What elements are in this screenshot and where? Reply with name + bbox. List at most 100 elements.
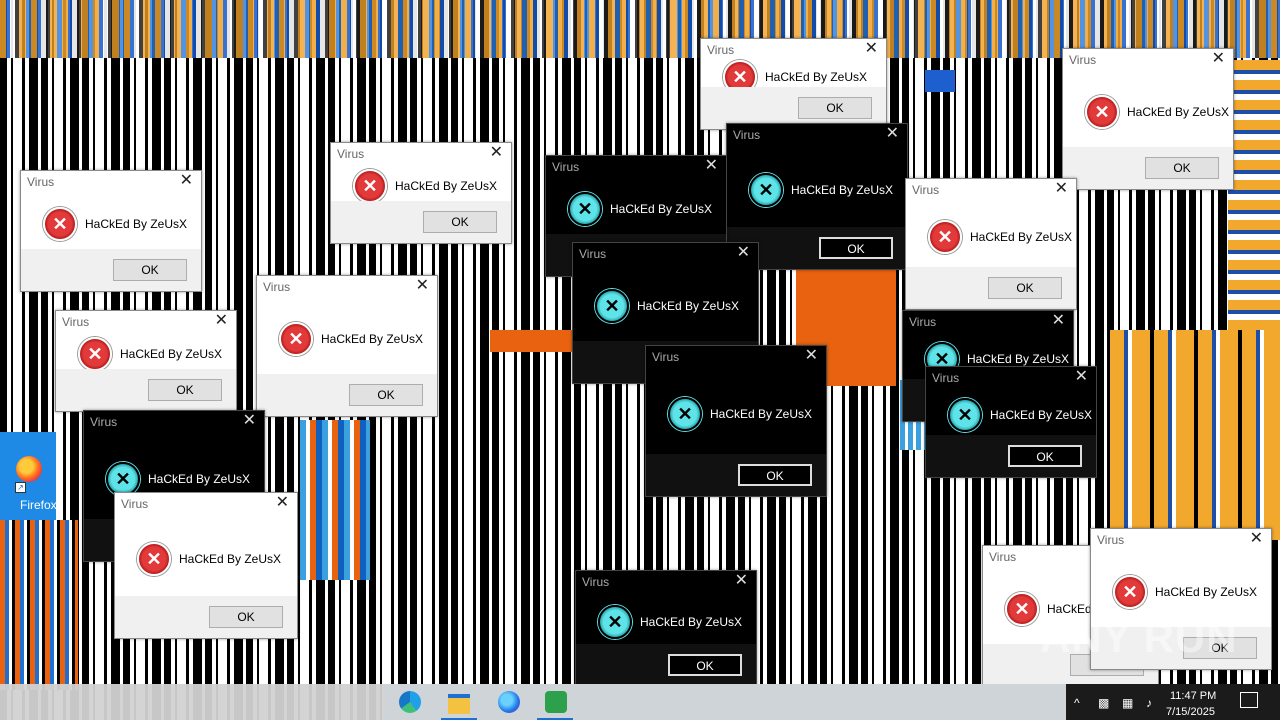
dialog-title: Virus — [733, 128, 761, 142]
dialog-title: Virus — [263, 280, 291, 294]
dialog-body: ✕HaCkEd By ZeUsX — [257, 304, 437, 374]
tray-chevron-icon[interactable]: ^ — [1074, 696, 1080, 710]
close-icon[interactable]: ✕ — [276, 495, 289, 511]
dialog-footer: OK — [906, 267, 1076, 309]
dialog-message: HaCkEd By ZeUsX — [791, 182, 894, 197]
dialog-body: ✕HaCkEd By ZeUsX — [331, 169, 511, 203]
ok-button[interactable]: OK — [113, 259, 187, 281]
dialog-title: Virus — [90, 415, 118, 429]
close-icon[interactable]: ✕ — [1250, 531, 1263, 547]
dialog-footer: OK — [331, 201, 511, 243]
ok-button[interactable]: OK — [1145, 157, 1219, 179]
error-icon: ✕ — [106, 462, 140, 496]
virus-dialog[interactable]: Virus✕✕HaCkEd By ZeUsXOK — [575, 570, 757, 687]
dialog-title: Virus — [909, 315, 937, 329]
dialog-footer: OK — [257, 374, 437, 416]
dialog-message: HaCkEd By ZeUsX — [1155, 585, 1258, 599]
glitch-band-right-lower — [1110, 330, 1280, 540]
dialog-body: ✕ HaCkEd By ZeUsX — [56, 337, 236, 371]
firefox-icon[interactable] — [496, 690, 522, 714]
dialog-body: ✕HaCkEd By ZeUsX — [701, 60, 886, 94]
edge-icon[interactable] — [397, 690, 423, 714]
virus-dialog[interactable]: Virus✕✕HaCkEd By ZeUsXOK — [925, 366, 1097, 478]
ok-button[interactable]: OK — [988, 277, 1062, 299]
dialog-body: ✕HaCkEd By ZeUsX — [1063, 77, 1233, 147]
close-icon[interactable]: ✕ — [705, 158, 718, 174]
notification-icon[interactable] — [1240, 692, 1258, 708]
dialog-message: HaCkEd By ZeUsX — [85, 217, 188, 231]
virus-dialog[interactable]: Virus ✕ ✕HaCkEd By ZeUsX OK — [1062, 48, 1234, 190]
desktop-icon-label: Firefox — [20, 498, 57, 512]
virus-dialog[interactable]: Virus ✕ ✕HaCkEd By ZeUsX OK — [700, 38, 887, 130]
clock-date[interactable]: 7/15/2025 — [1166, 706, 1215, 718]
dialog-footer: OK — [115, 596, 297, 638]
dialog-message: HaCkEd By ZeUsX — [1127, 105, 1230, 119]
clock-time[interactable]: 11:47 PM — [1170, 690, 1216, 702]
ok-button[interactable]: OK — [148, 379, 222, 401]
ok-button[interactable]: OK — [349, 384, 423, 406]
error-icon: ✕ — [928, 220, 962, 254]
dialog-title: Virus — [27, 175, 55, 189]
dialog-body: ✕ HaCkEd By ZeUsX — [727, 152, 907, 227]
close-icon[interactable]: ✕ — [737, 245, 750, 261]
close-icon[interactable]: ✕ — [865, 41, 878, 57]
glitch-blue-stripes — [300, 420, 370, 580]
ok-button[interactable]: OK — [1008, 445, 1082, 467]
error-icon: ✕ — [43, 207, 77, 241]
virus-dialog[interactable]: Virus ✕ ✕HaCkEd By ZeUsX OK — [330, 142, 512, 244]
error-icon: ✕ — [78, 337, 112, 371]
dialog-footer: OK — [926, 435, 1096, 477]
error-icon: ✕ — [568, 192, 602, 226]
close-icon[interactable]: ✕ — [180, 173, 193, 189]
dialog-message: HaCkEd By ZeUsX — [395, 179, 498, 193]
ok-button[interactable]: OK — [668, 654, 742, 676]
virus-dialog[interactable]: Virus ✕ ✕ HaCkEd By ZeUsX OK — [20, 170, 202, 292]
dialog-message: HaCkEd By ZeUsX — [765, 70, 868, 84]
ok-button[interactable]: OK — [209, 606, 283, 628]
dialog-footer: OK — [21, 249, 201, 291]
glitch-band-right — [1228, 60, 1280, 330]
close-icon[interactable]: ✕ — [490, 145, 503, 161]
dialog-title: Virus — [1069, 53, 1097, 67]
error-icon: ✕ — [598, 604, 632, 639]
error-icon: ✕ — [1113, 575, 1147, 609]
close-icon[interactable]: ✕ — [1052, 313, 1065, 329]
close-icon[interactable]: ✕ — [1212, 51, 1225, 67]
close-icon[interactable]: ✕ — [805, 348, 818, 364]
error-icon: ✕ — [595, 289, 629, 323]
close-icon[interactable]: ✕ — [886, 126, 899, 142]
dialog-message: HaCkEd By ZeUsX — [710, 407, 813, 421]
dialog-title: Virus — [582, 575, 610, 589]
dialog-title: Virus — [579, 247, 607, 261]
dialog-message: HaCkEd By ZeUsX — [120, 347, 223, 361]
volume-icon[interactable]: ♪ — [1146, 696, 1152, 710]
dialog-title: Virus — [707, 43, 735, 57]
ok-button[interactable]: OK — [738, 464, 812, 486]
virus-dialog[interactable]: Virus✕✕HaCkEd By ZeUsXOK — [55, 310, 237, 412]
close-icon[interactable]: ✕ — [243, 413, 256, 429]
virus-dialog[interactable]: Virus✕✕HaCkEd By ZeUsXOK — [114, 492, 298, 639]
close-icon[interactable]: ✕ — [1075, 369, 1088, 385]
virus-dialog[interactable]: Virus✕✕HaCkEd By ZeUsXOK — [905, 178, 1077, 310]
close-icon[interactable]: ✕ — [416, 278, 429, 294]
close-icon[interactable]: ✕ — [1055, 181, 1068, 197]
monitor-icon[interactable]: ▦ — [1122, 696, 1133, 710]
virus-dialog[interactable]: Virus✕✕HaCkEd By ZeUsXOK — [645, 345, 827, 497]
virus-dialog[interactable]: Virus ✕ ✕HaCkEd By ZeUsX OK — [256, 275, 438, 417]
dialog-body: ✕HaCkEd By ZeUsX — [926, 395, 1096, 435]
app-icon[interactable] — [543, 690, 569, 714]
dialog-message: HaCkEd By ZeUsX — [148, 472, 251, 486]
network-icon[interactable]: ▩ — [1098, 696, 1109, 710]
close-icon[interactable]: ✕ — [215, 313, 228, 329]
close-icon[interactable]: ✕ — [735, 573, 748, 589]
ok-button[interactable]: OK — [798, 97, 872, 119]
error-icon: ✕ — [749, 172, 783, 207]
ok-button[interactable]: OK — [423, 211, 497, 233]
error-icon: ✕ — [1005, 592, 1039, 626]
dialog-title: Virus — [1097, 533, 1125, 547]
ok-button[interactable]: OK — [819, 237, 893, 259]
dialog-title: Virus — [337, 147, 365, 161]
dialog-title: Virus — [912, 183, 940, 197]
file-explorer-icon[interactable] — [446, 690, 472, 714]
glitch-blue-block — [925, 70, 955, 92]
